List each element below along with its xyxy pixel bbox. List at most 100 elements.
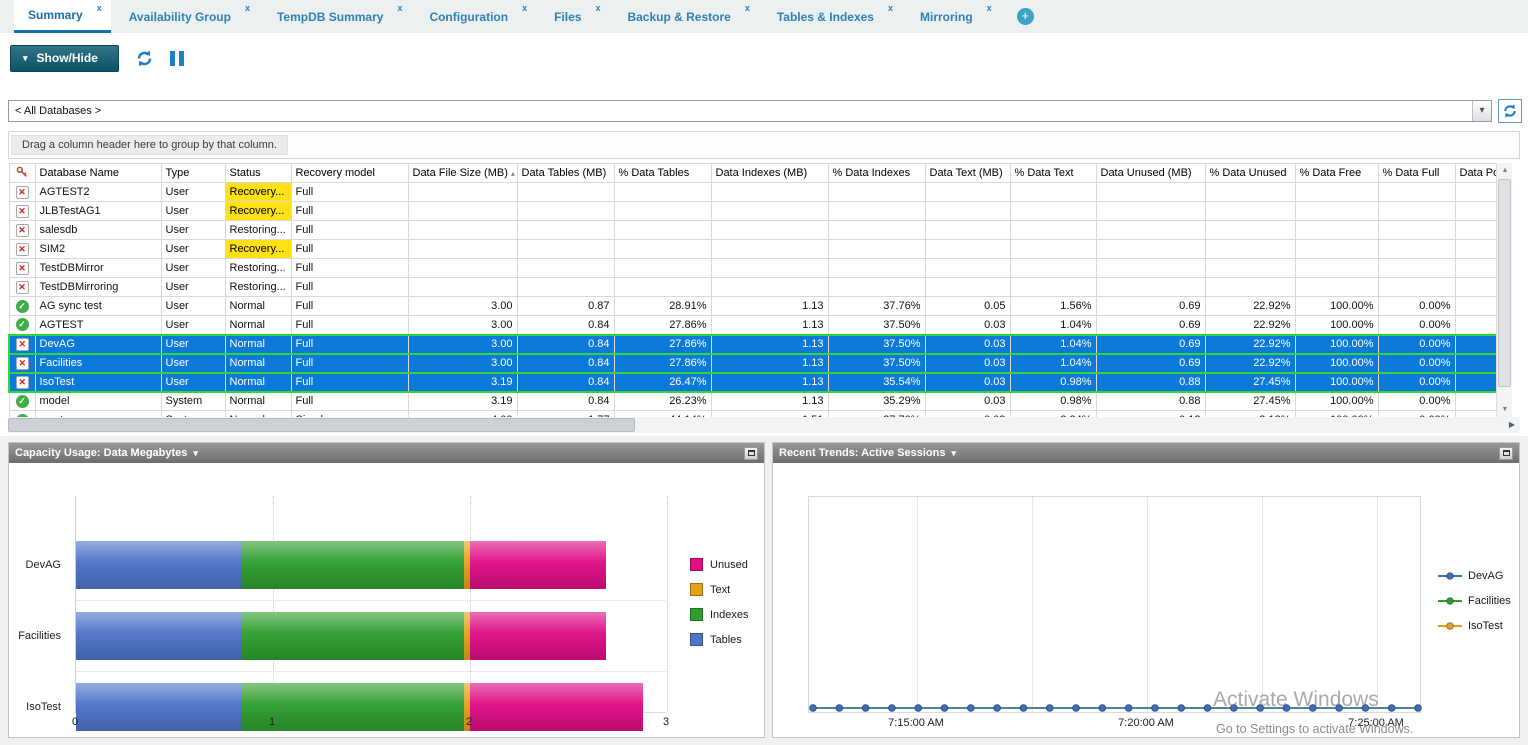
column-header[interactable]: % Data Text [1010,164,1096,183]
column-header[interactable]: Database Name [35,164,161,183]
status-cell: ✓ [9,297,35,316]
key-icon [16,169,28,181]
refresh-icon[interactable] [135,49,154,68]
status-text-cell: Recovery... [225,183,291,202]
database-name-cell: Facilities [35,354,161,373]
scrollbar-thumb[interactable] [1498,179,1511,387]
tab-availability-group[interactable]: Availability Groupx [115,0,259,33]
column-header[interactable]: % Data Indexes [828,164,925,183]
column-header[interactable]: Recovery model [291,164,408,183]
tab-files[interactable]: Filesx [540,0,609,33]
table-row[interactable]: ✕salesdbUserRestoring...Full [9,221,1511,240]
value-cell [1096,202,1205,221]
tab-tempdb-summary[interactable]: TempDB Summaryx [263,0,411,33]
show-hide-label: Show/Hide [37,51,98,65]
column-header[interactable]: Data Tables (MB) [517,164,614,183]
column-header[interactable]: Data Unused (MB) [1096,164,1205,183]
legend-item-unused: Unused [690,558,749,571]
value-cell [614,221,711,240]
panel-collapse-button[interactable] [744,447,758,460]
column-header[interactable]: % Data Tables [614,164,711,183]
legend-item-facilities: Facilities [1438,595,1511,607]
database-error-icon: ✕ [16,281,29,294]
tab-close-icon[interactable]: x [397,3,402,13]
table-row[interactable]: ✕JLBTestAG1UserRecovery...Full [9,202,1511,221]
tab-close-icon[interactable]: x [888,3,893,13]
tab-close-icon[interactable]: x [745,3,750,13]
column-header[interactable]: Data Indexes (MB) [711,164,828,183]
table-row[interactable]: ✕SIM2UserRecovery...Full [9,240,1511,259]
tab-backup-restore[interactable]: Backup & Restorex [613,0,758,33]
capacity-panel-title[interactable]: Capacity Usage: Data Megabytes ▾ [15,447,198,459]
tab-close-icon[interactable]: x [97,3,102,13]
tab-mirroring[interactable]: Mirroringx [906,0,1001,33]
type-cell: User [161,354,225,373]
recovery-model-cell: Full [291,202,408,221]
scrollbar-thumb[interactable] [8,418,635,432]
gridline [76,600,666,601]
column-header[interactable]: Data Text (MB) [925,164,1010,183]
column-header[interactable]: Data File Size (MB)▴ [408,164,517,183]
value-cell: 0.03 [925,392,1010,411]
table-row[interactable]: ✕AGTEST2UserRecovery...Full [9,183,1511,202]
data-point-marker [994,705,1001,712]
data-point-marker [1046,705,1053,712]
add-tab-button[interactable]: + [1017,8,1034,25]
column-header[interactable]: % Data Full [1378,164,1455,183]
value-cell: 0.00% [1378,297,1455,316]
table-row[interactable]: ✓AG sync testUserNormalFull3.000.8728.91… [9,297,1511,316]
data-point-marker [836,705,843,712]
panel-collapse-button[interactable] [1499,447,1513,460]
tab-tables-indexes[interactable]: Tables & Indexesx [763,0,902,33]
table-row[interactable]: ✓AGTESTUserNormalFull3.000.8427.86%1.133… [9,316,1511,335]
value-cell: 1.04% [1010,316,1096,335]
trends-panel-title[interactable]: Recent Trends: Active Sessions ▾ [779,447,956,459]
scroll-up-arrow-icon[interactable]: ▲ [1497,163,1512,178]
column-header[interactable]: % Data Unused [1205,164,1295,183]
chevron-down-icon[interactable]: ▾ [1472,101,1491,121]
show-hide-button[interactable]: ▾ Show/Hide [10,45,119,72]
column-header[interactable]: Type [161,164,225,183]
database-selector[interactable]: < All Databases > ▾ [8,100,1492,122]
tab-configuration[interactable]: Configuration x [415,0,536,33]
scroll-down-arrow-icon[interactable]: ▼ [1497,402,1512,417]
value-cell [1010,221,1096,240]
scroll-right-arrow-icon[interactable]: ▶ [1504,417,1520,433]
column-header[interactable]: % Data Free [1295,164,1378,183]
table-row[interactable]: ✕TestDBMirrorUserRestoring...Full [9,259,1511,278]
legend-item-tables: Tables [690,633,749,646]
status-column-header[interactable] [9,164,35,183]
value-cell: 3.00 [408,316,517,335]
value-cell: 0.69 [1096,297,1205,316]
pause-icon[interactable] [170,51,184,66]
refresh-databases-button[interactable] [1498,99,1522,123]
capacity-plot [75,496,666,713]
status-cell: ✕ [9,278,35,297]
group-by-bar[interactable]: Drag a column header here to group by th… [8,131,1520,159]
value-cell: 0.69 [1096,335,1205,354]
capacity-panel-header: Capacity Usage: Data Megabytes ▾ [9,443,764,463]
horizontal-scrollbar[interactable]: ▶ [8,417,1520,433]
column-header[interactable]: Status [225,164,291,183]
tab-close-icon[interactable]: x [522,3,527,13]
x-tick-label: 0 [72,716,78,728]
value-cell [1378,278,1455,297]
table-row[interactable]: ✕TestDBMirroringUserRestoring...Full [9,278,1511,297]
vertical-scrollbar[interactable]: ▲ ▼ [1496,163,1512,417]
tab-close-icon[interactable]: x [595,3,600,13]
tab-close-icon[interactable]: x [987,3,992,13]
table-row[interactable]: ✕DevAGUserNormalFull3.000.8427.86%1.1337… [9,335,1511,354]
legend-marker [1438,596,1462,606]
tab-close-icon[interactable]: x [245,3,250,13]
status-text-cell: Restoring... [225,278,291,297]
data-point-marker [915,705,922,712]
gridline [470,496,471,712]
table-row[interactable]: ✓modelSystemNormalFull3.190.8426.23%1.13… [9,392,1511,411]
value-cell [408,202,517,221]
table-row[interactable]: ✕IsoTestUserNormalFull3.190.8426.47%1.13… [9,373,1511,392]
value-cell [1378,221,1455,240]
tab-label: Configuration [429,10,508,24]
table-row[interactable]: ✕FacilitiesUserNormalFull3.000.8427.86%1… [9,354,1511,373]
value-cell [711,259,828,278]
tab-summary[interactable]: Summaryx [14,0,111,33]
